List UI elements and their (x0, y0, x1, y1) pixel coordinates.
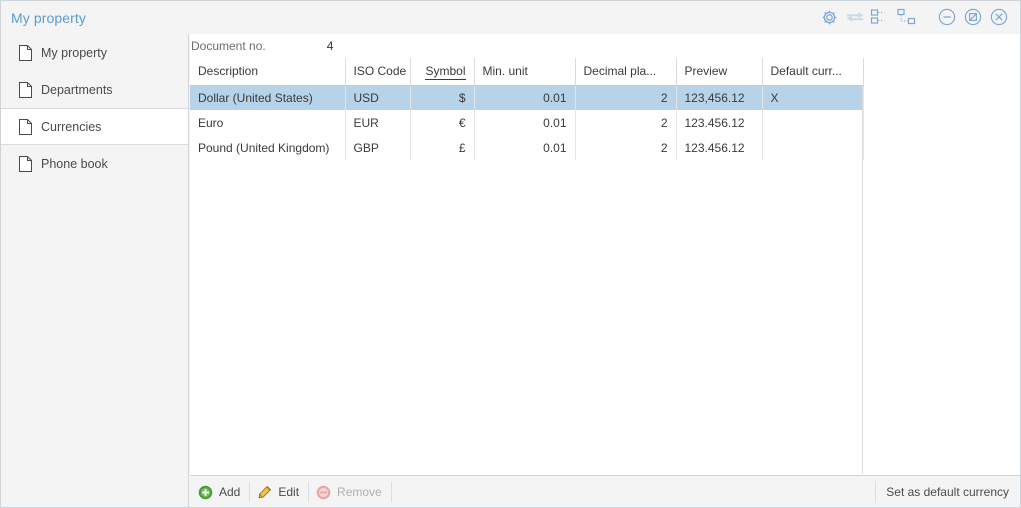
application-window: My property My property Departments Curr… (0, 0, 1021, 508)
column-header-min-unit[interactable]: Min. unit (474, 58, 576, 86)
settings-gear-icon[interactable] (816, 5, 842, 29)
minimize-icon[interactable] (934, 5, 960, 29)
sidebar-item-label: My property (41, 45, 107, 60)
cell-iso-code: GBP (345, 135, 411, 160)
table-row[interactable]: Dollar (United States) USD $ 0.01 2 123,… (190, 85, 864, 110)
edit-button[interactable]: Edit (250, 481, 310, 503)
table-row[interactable]: Pound (United Kingdom) GBP £ 0.01 2 123.… (190, 135, 864, 160)
cell-default-currency: X (762, 85, 864, 110)
column-header-description[interactable]: Description (190, 58, 346, 86)
remove-circle-icon (316, 485, 331, 500)
edit-button-label: Edit (278, 485, 300, 499)
sidebar: My property Departments Currencies Phone… (1, 34, 189, 507)
title-bar: My property (1, 1, 1020, 34)
main-content: Document no. 4 Description ISO Code Symb… (190, 34, 1020, 507)
document-no-value: 4 (326, 39, 334, 53)
cell-min-unit: 0.01 (474, 110, 576, 135)
currencies-table-container: Description ISO Code Symbol Min. unit De (190, 58, 1020, 474)
cell-iso-code: EUR (345, 110, 411, 135)
set-default-currency-label: Set as default currency (886, 485, 1009, 499)
remove-button-label: Remove (337, 485, 382, 499)
sidebar-item-label: Phone book (41, 156, 108, 171)
layout-diagram-icon[interactable] (894, 5, 920, 29)
remove-button[interactable]: Remove (309, 481, 392, 503)
document-icon (19, 155, 32, 172)
table-row[interactable]: Euro EUR € 0.01 2 123.456.12 (190, 110, 864, 135)
sidebar-item-phone-book[interactable]: Phone book (1, 145, 188, 182)
transfer-arrows-icon[interactable] (842, 5, 868, 29)
layout-tiles-icon[interactable] (868, 5, 894, 29)
table-header-row: Description ISO Code Symbol Min. unit De (190, 58, 864, 86)
column-header-default-currency[interactable]: Default curr... (762, 58, 864, 86)
add-button[interactable]: Add (191, 481, 251, 503)
document-icon (19, 44, 32, 61)
sidebar-item-currencies[interactable]: Currencies (1, 108, 188, 145)
restore-icon[interactable] (960, 5, 986, 29)
pencil-icon (257, 485, 272, 500)
column-header-iso-code[interactable]: ISO Code (345, 58, 411, 86)
sidebar-item-my-property[interactable]: My property (1, 34, 188, 71)
cell-preview: 123.456.12 (676, 110, 763, 135)
cell-iso-code: USD (345, 85, 411, 110)
document-icon (19, 118, 32, 135)
cell-default-currency (762, 110, 864, 135)
sidebar-item-departments[interactable]: Departments (1, 71, 188, 108)
footer-toolbar: Add Edit Remove Set as default currency (190, 475, 1020, 507)
column-header-decimal-places[interactable]: Decimal pla... (575, 58, 677, 86)
footer-left-buttons: Add Edit Remove (191, 481, 392, 503)
cell-default-currency (762, 135, 864, 160)
close-icon[interactable] (986, 5, 1012, 29)
document-no-row: Document no. 4 (190, 34, 1020, 58)
cell-preview: 123,456.12 (676, 85, 763, 110)
cell-preview: 123.456.12 (676, 135, 763, 160)
add-circle-icon (198, 485, 213, 500)
sidebar-item-label: Departments (41, 82, 113, 97)
currencies-table: Description ISO Code Symbol Min. unit De (190, 58, 864, 160)
cell-min-unit: 0.01 (474, 85, 576, 110)
cell-symbol: € (410, 110, 475, 135)
column-header-symbol[interactable]: Symbol (410, 58, 475, 86)
add-button-label: Add (219, 485, 241, 499)
titlebar-spacer (920, 5, 934, 29)
cell-description: Pound (United Kingdom) (190, 135, 346, 160)
page-title: My property (11, 10, 87, 26)
cell-decimal-places: 2 (575, 135, 677, 160)
sidebar-item-label: Currencies (41, 119, 102, 134)
cell-description: Dollar (United States) (190, 85, 346, 110)
cell-min-unit: 0.01 (474, 135, 576, 160)
document-icon (19, 81, 32, 98)
cell-symbol: £ (410, 135, 475, 160)
column-header-preview[interactable]: Preview (676, 58, 763, 86)
cell-decimal-places: 2 (575, 110, 677, 135)
cell-description: Euro (190, 110, 346, 135)
cell-decimal-places: 2 (575, 85, 677, 110)
document-no-label: Document no. (191, 39, 266, 53)
titlebar-controls (816, 5, 1012, 29)
set-default-currency-button[interactable]: Set as default currency (875, 481, 1019, 503)
cell-symbol: $ (410, 85, 475, 110)
